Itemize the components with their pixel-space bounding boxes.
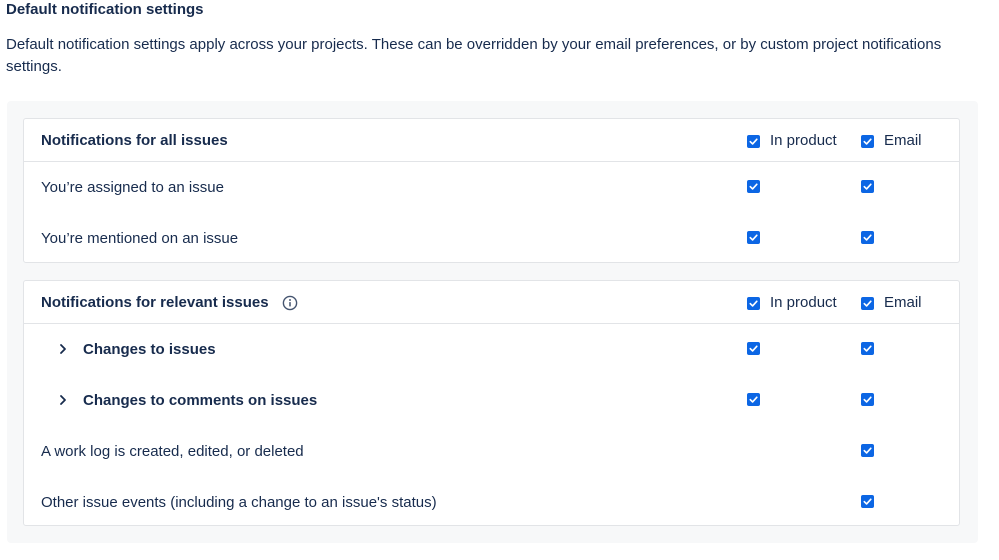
check-icon [749,234,758,241]
check-icon [863,396,872,403]
notification-row[interactable]: Changes to comments on issues [24,375,959,426]
row-label[interactable]: Changes to comments on issues [83,391,317,411]
notification-row: A work log is created, edited, or delete… [24,426,959,477]
chevron-right-icon[interactable] [56,390,70,410]
all-issues-title-text: Notifications for all issues [41,132,228,149]
check-icon [863,137,872,145]
in-product-column-label: In product [770,132,837,149]
all-issues-in-product-toggle[interactable]: In product [747,131,837,151]
relevant-issues-card: Notifications for relevant issues In pro… [23,280,960,526]
chevron-right-icon[interactable] [56,339,70,359]
check-icon [749,299,758,307]
row-label: Other issue events (including a change t… [41,494,437,511]
row-label: You’re assigned to an issue [41,179,224,196]
in-product-checkbox[interactable] [747,342,760,355]
notification-row: You’re mentioned on an issue [24,213,959,264]
in-product-all-checkbox[interactable] [747,296,760,310]
check-icon [863,498,872,505]
email-column-label: Email [884,132,922,149]
page-description: Default notification settings apply acro… [6,36,942,75]
row-label[interactable]: Changes to issues [83,340,216,360]
row-label: You’re mentioned on an issue [41,230,239,247]
in-product-all-checkbox[interactable] [747,134,760,148]
check-icon [749,396,758,403]
notification-row: Other issue events (including a change t… [24,477,959,528]
relevant-issues-email-toggle[interactable]: Email [861,293,922,313]
email-checkbox[interactable] [861,231,874,244]
notification-row[interactable]: Changes to issues [24,324,959,375]
check-icon [749,183,758,190]
in-product-checkbox[interactable] [747,393,760,406]
check-icon [749,137,758,145]
info-icon[interactable] [282,295,298,311]
in-product-checkbox[interactable] [747,231,760,244]
in-product-checkbox[interactable] [747,180,760,193]
notification-row: You’re assigned to an issue [24,162,959,213]
check-icon [749,345,758,352]
check-icon [863,299,872,307]
check-icon [863,447,872,454]
all-issues-email-toggle[interactable]: Email [861,131,922,151]
email-checkbox[interactable] [861,444,874,457]
notification-settings-page: Default notification settings Default no… [0,0,999,560]
all-issues-card: Notifications for all issues In product … [23,118,960,263]
check-icon [863,234,872,241]
check-icon [863,345,872,352]
all-issues-header: Notifications for all issues In product … [24,119,959,162]
email-column-label: Email [884,294,922,311]
relevant-issues-title: Notifications for relevant issues [41,293,298,313]
relevant-issues-title-text: Notifications for relevant issues [41,294,269,311]
all-issues-title: Notifications for all issues [41,131,228,151]
row-label: A work log is created, edited, or delete… [41,443,304,460]
relevant-issues-in-product-toggle[interactable]: In product [747,293,837,313]
email-all-checkbox[interactable] [861,296,874,310]
page-title: Default notification settings [6,1,204,18]
in-product-column-label: In product [770,294,837,311]
email-checkbox[interactable] [861,342,874,355]
email-all-checkbox[interactable] [861,134,874,148]
relevant-issues-header: Notifications for relevant issues In pro… [24,281,959,324]
email-checkbox[interactable] [861,180,874,193]
email-checkbox[interactable] [861,495,874,508]
email-checkbox[interactable] [861,393,874,406]
check-icon [863,183,872,190]
